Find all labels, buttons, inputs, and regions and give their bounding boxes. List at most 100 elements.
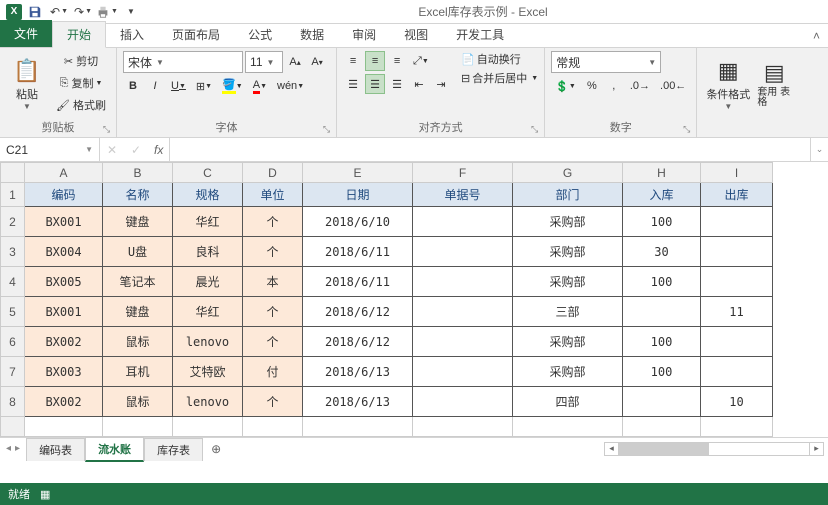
cell[interactable]: U盘 bbox=[103, 237, 173, 267]
font-size-combo[interactable]: 11▼ bbox=[245, 51, 283, 73]
redo-button[interactable]: ↷▼ bbox=[72, 2, 94, 22]
cell[interactable] bbox=[413, 267, 513, 297]
cell[interactable] bbox=[701, 357, 773, 387]
clipboard-launcher[interactable]: ⤡ bbox=[103, 124, 110, 135]
fill-color-button[interactable]: 🪣▼ bbox=[218, 76, 247, 96]
font-launcher[interactable]: ⤡ bbox=[323, 124, 330, 135]
row-header-5[interactable]: 5 bbox=[1, 297, 25, 327]
cell[interactable]: 2018/6/11 bbox=[303, 237, 413, 267]
col-header-H[interactable]: H bbox=[623, 163, 701, 183]
cell[interactable]: 华红 bbox=[173, 297, 243, 327]
formula-expand-button[interactable]: ⌄ bbox=[810, 138, 828, 161]
tab-data[interactable]: 数据 bbox=[286, 22, 338, 47]
bold-button[interactable]: B bbox=[123, 76, 143, 96]
select-all-corner[interactable] bbox=[1, 163, 25, 183]
wrap-text-button[interactable]: 📄自动换行 bbox=[461, 51, 538, 67]
cell[interactable] bbox=[413, 297, 513, 327]
cell[interactable] bbox=[701, 207, 773, 237]
cell[interactable]: BX004 bbox=[25, 237, 103, 267]
col-header-E[interactable]: E bbox=[303, 163, 413, 183]
cell[interactable] bbox=[701, 267, 773, 297]
cell[interactable]: BX005 bbox=[25, 267, 103, 297]
tab-home[interactable]: 开始 bbox=[52, 21, 106, 48]
sheet-tab-inventory[interactable]: 库存表 bbox=[144, 438, 203, 461]
decrease-indent-button[interactable]: ⇤ bbox=[409, 74, 429, 94]
align-right-button[interactable]: ☰ bbox=[387, 74, 407, 94]
font-name-combo[interactable]: 宋体▼ bbox=[123, 51, 243, 73]
increase-indent-button[interactable]: ⇥ bbox=[431, 74, 451, 94]
cell[interactable]: 采购部 bbox=[513, 267, 623, 297]
cell[interactable]: 鼠标 bbox=[103, 387, 173, 417]
cell[interactable] bbox=[701, 327, 773, 357]
cell[interactable]: 三部 bbox=[513, 297, 623, 327]
row-header-1[interactable]: 1 bbox=[1, 183, 25, 207]
grow-font-button[interactable]: A▴ bbox=[285, 52, 305, 72]
cell[interactable] bbox=[413, 207, 513, 237]
col-header-G[interactable]: G bbox=[513, 163, 623, 183]
tab-review[interactable]: 审阅 bbox=[338, 22, 390, 47]
align-bottom-button[interactable]: ≡ bbox=[387, 51, 407, 71]
cell[interactable]: BX001 bbox=[25, 207, 103, 237]
macro-record-icon[interactable]: ▦ bbox=[40, 488, 50, 501]
col-header-D[interactable]: D bbox=[243, 163, 303, 183]
tab-file[interactable]: 文件 bbox=[0, 20, 52, 47]
sheet-nav[interactable]: ◂▸ bbox=[0, 443, 26, 454]
header-cell[interactable]: 日期 bbox=[303, 183, 413, 207]
cell[interactable] bbox=[413, 387, 513, 417]
row-header-6[interactable]: 6 bbox=[1, 327, 25, 357]
cell[interactable]: 鼠标 bbox=[103, 327, 173, 357]
cell[interactable]: 100 bbox=[623, 327, 701, 357]
sheet-tab-ledger[interactable]: 流水账 bbox=[85, 437, 144, 462]
number-format-combo[interactable]: 常规▼ bbox=[551, 51, 661, 73]
orientation-button[interactable]: ⤢▼ bbox=[409, 51, 433, 71]
align-left-button[interactable]: ☰ bbox=[343, 74, 363, 94]
italic-button[interactable]: I bbox=[145, 76, 165, 96]
horizontal-scrollbar[interactable]: ◂▸ bbox=[604, 442, 824, 456]
tab-formulas[interactable]: 公式 bbox=[234, 22, 286, 47]
decrease-decimal-button[interactable]: .00← bbox=[656, 76, 690, 96]
cell[interactable]: 个 bbox=[243, 237, 303, 267]
merge-center-button[interactable]: ⊟合并后居中▼ bbox=[461, 70, 538, 86]
cell[interactable]: 采购部 bbox=[513, 357, 623, 387]
cell[interactable]: lenovo bbox=[173, 327, 243, 357]
table-format-button[interactable]: ▤ 套用 表格 bbox=[757, 51, 791, 117]
cell[interactable] bbox=[413, 327, 513, 357]
align-middle-button[interactable]: ≡ bbox=[365, 51, 385, 71]
confirm-edit-button[interactable]: ✓ bbox=[124, 143, 148, 157]
cell[interactable]: lenovo bbox=[173, 387, 243, 417]
comma-button[interactable]: , bbox=[604, 76, 624, 96]
ribbon-collapse-button[interactable]: ˄ bbox=[805, 25, 828, 47]
align-launcher[interactable]: ⤡ bbox=[531, 124, 538, 135]
cell[interactable]: BX003 bbox=[25, 357, 103, 387]
name-box[interactable]: C21▼ bbox=[0, 138, 100, 161]
worksheet-grid[interactable]: ABCDEFGHI1编码名称规格单位日期单据号部门入库出库2BX001键盘华红个… bbox=[0, 162, 828, 437]
cell[interactable]: 2018/6/13 bbox=[303, 387, 413, 417]
cell[interactable]: 本 bbox=[243, 267, 303, 297]
percent-button[interactable]: % bbox=[582, 76, 602, 96]
cell[interactable]: 个 bbox=[243, 327, 303, 357]
cell[interactable]: 2018/6/10 bbox=[303, 207, 413, 237]
qat-customize[interactable]: ▼ bbox=[120, 2, 142, 22]
cell[interactable]: 100 bbox=[623, 357, 701, 387]
font-color-button[interactable]: A▼ bbox=[249, 76, 271, 96]
cell[interactable] bbox=[701, 237, 773, 267]
cell[interactable]: 采购部 bbox=[513, 327, 623, 357]
cell[interactable]: 10 bbox=[701, 387, 773, 417]
row-header-7[interactable]: 7 bbox=[1, 357, 25, 387]
cell[interactable]: 个 bbox=[243, 207, 303, 237]
cell[interactable]: 良科 bbox=[173, 237, 243, 267]
tab-dev[interactable]: 开发工具 bbox=[442, 22, 518, 47]
cell[interactable]: 笔记本 bbox=[103, 267, 173, 297]
cell[interactable]: 个 bbox=[243, 297, 303, 327]
formula-input[interactable] bbox=[170, 138, 810, 161]
align-top-button[interactable]: ≡ bbox=[343, 51, 363, 71]
header-cell[interactable]: 单据号 bbox=[413, 183, 513, 207]
tab-insert[interactable]: 插入 bbox=[106, 22, 158, 47]
increase-decimal-button[interactable]: .0→ bbox=[626, 76, 654, 96]
cell[interactable]: 采购部 bbox=[513, 237, 623, 267]
conditional-format-button[interactable]: ▦ 条件格式 ▼ bbox=[703, 51, 753, 117]
cell[interactable]: 2018/6/11 bbox=[303, 267, 413, 297]
cell[interactable]: 付 bbox=[243, 357, 303, 387]
header-cell[interactable]: 部门 bbox=[513, 183, 623, 207]
col-header-B[interactable]: B bbox=[103, 163, 173, 183]
